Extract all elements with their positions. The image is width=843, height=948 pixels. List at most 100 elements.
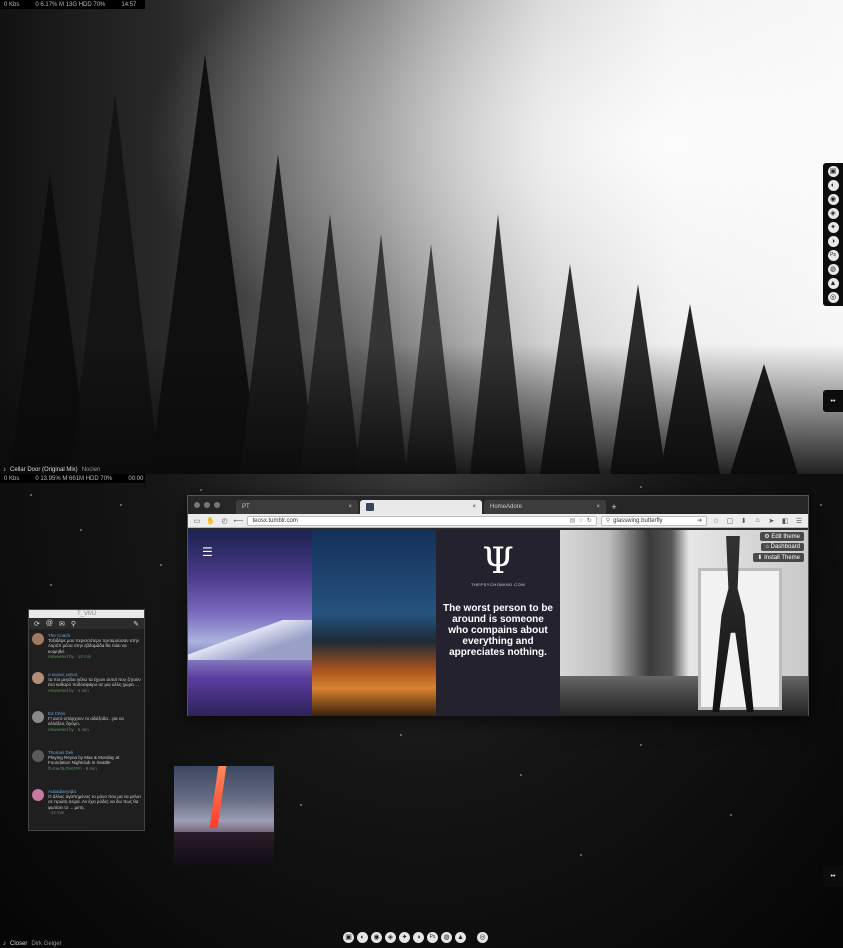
- app-icon-9[interactable]: ▲: [455, 932, 466, 943]
- app-icon-9[interactable]: ▲: [827, 278, 839, 289]
- hand-icon[interactable]: ✋: [206, 516, 216, 526]
- menu-icon[interactable]: ☰: [794, 516, 804, 526]
- tweet[interactable]: Thomas Deli Playing Reyna by Max & Monda…: [29, 746, 144, 785]
- tweet-time: 4 min: [77, 687, 89, 693]
- photoshop-icon[interactable]: Ps: [827, 250, 839, 261]
- close-tab-icon[interactable]: ×: [596, 504, 600, 510]
- compose-icon[interactable]: ✎: [133, 620, 139, 628]
- music-note-icon: ♪: [3, 467, 6, 473]
- album-art[interactable]: [174, 766, 274, 866]
- avatar: [32, 633, 44, 645]
- minimize-window-button[interactable]: [204, 502, 210, 508]
- mentions-icon[interactable]: @: [46, 620, 53, 627]
- clipboard-icon[interactable]: ▢: [725, 516, 735, 526]
- app-icon-10[interactable]: ◎: [477, 932, 488, 943]
- star-icon[interactable]: ☆: [711, 516, 721, 526]
- track-artist: Dirk Geiger: [31, 941, 62, 947]
- dock-bottom: ▣ ◐ ◉ ◈ ✦ ◑ Ps ◍ ▲ ◎: [343, 932, 488, 943]
- tweet-time: 8 min: [85, 765, 97, 771]
- home-icon[interactable]: ⌂: [753, 516, 763, 526]
- tweet[interactable]: The Coach Ταξιδέψε μου περισσότερο προτι…: [29, 629, 144, 668]
- new-tab-button[interactable]: +: [608, 500, 620, 514]
- rock-shape: [174, 832, 274, 866]
- address-bar[interactable]: teosx.tumblr.com ▤ ☆ ↻: [247, 515, 597, 526]
- net-speed: 0 Kbs: [4, 1, 20, 8]
- quote-source: THEPSYCHOMIND.COM: [470, 582, 526, 587]
- now-playing-bottom: ♪ Closer Dirk Geiger: [0, 940, 65, 948]
- edit-theme-button[interactable]: ⚙ Edit theme: [760, 532, 804, 541]
- app-icon-10[interactable]: ◎: [827, 292, 839, 303]
- close-tab-icon[interactable]: ×: [472, 504, 476, 510]
- close-tab-icon[interactable]: ×: [348, 504, 352, 510]
- eye-icon[interactable]: ••: [823, 865, 843, 887]
- twitter-icon[interactable]: ✦: [827, 222, 839, 233]
- dashboard-button[interactable]: ⌂ Dashboard: [761, 543, 804, 551]
- music-note-icon: ♪: [3, 941, 6, 947]
- install-theme-button[interactable]: ⬇ Install Theme: [753, 553, 804, 562]
- tweet-text: Ο άλλος αγαπημένος το μόνο που μα να μεί…: [48, 794, 141, 810]
- back-icon[interactable]: ⟵: [233, 516, 243, 526]
- app-icon-2[interactable]: ◐: [827, 180, 839, 191]
- app-icon-2[interactable]: ◐: [357, 932, 368, 943]
- app-icon-4[interactable]: ◈: [827, 208, 839, 219]
- sidebar-icon[interactable]: ▭: [192, 516, 202, 526]
- tweet-meta: retweeted by: [48, 726, 74, 732]
- tweet-meta: retweeted by: [48, 653, 74, 659]
- download-icon[interactable]: ⬇: [739, 516, 749, 526]
- tweet-text: Playing Reyna by Max & Monday at Foundat…: [48, 755, 120, 766]
- tab-pt[interactable]: PT ×: [236, 500, 358, 514]
- app-icon-8[interactable]: ◍: [441, 932, 452, 943]
- tab-tumblr[interactable]: ×: [360, 500, 482, 514]
- app-icon-6[interactable]: ◑: [413, 932, 424, 943]
- app-icon-3[interactable]: ◉: [371, 932, 382, 943]
- app-icon-8[interactable]: ◍: [827, 264, 839, 275]
- hamburger-menu-icon[interactable]: ☰: [202, 546, 213, 558]
- search-icon[interactable]: ⚲: [71, 620, 76, 628]
- eye-icon[interactable]: ••: [823, 390, 843, 412]
- post-interior-image[interactable]: ⚙ Edit theme ⌂ Dashboard ⬇ Install Theme: [560, 530, 808, 716]
- search-icon: ⚲: [605, 518, 611, 524]
- post-smoke-image[interactable]: [312, 530, 436, 716]
- desktop-wallpaper-top: [0, 0, 843, 474]
- twitter-widget: T_VMJ ⟳ @ ✉ ⚲ ✎ The Coach Ταξιδέψε μου π…: [28, 609, 145, 831]
- tweet[interactable]: Aubadiaryaβα Ο άλλος αγαπημένος το μόνο …: [29, 785, 144, 824]
- messages-icon[interactable]: ✉: [59, 620, 65, 628]
- tab-label: PT: [242, 504, 250, 510]
- refresh-icon[interactable]: ⟳: [34, 620, 40, 628]
- tumblr-controls: ⚙ Edit theme ⌂ Dashboard ⬇ Install Theme: [753, 532, 804, 562]
- tweet-time: 12 min: [50, 809, 65, 815]
- close-window-button[interactable]: [194, 502, 200, 508]
- tweet[interactable]: ο κυριος μανος τα πιο μεγάλα γέλια τα έχ…: [29, 668, 144, 707]
- page-content: ☰ Ψ THEPSYCHOMIND.COM The worst person t…: [188, 530, 808, 716]
- tweet-text: Ταξιδέψε μου περισσότερο προτιμούσαν στη…: [48, 638, 140, 654]
- app-icon-1[interactable]: ▣: [827, 166, 839, 177]
- zoom-window-button[interactable]: [214, 502, 220, 508]
- twitter-icon[interactable]: ✦: [399, 932, 410, 943]
- status-bar-bottom: 0 Kbs 0 13.95% M 661M HDD 70% 00:00: [0, 474, 145, 483]
- app-icon-3[interactable]: ◉: [827, 194, 839, 205]
- tab-homeadore[interactable]: HomeAdore ×: [484, 500, 606, 514]
- avatar: [32, 750, 44, 762]
- track-artist: Noclen: [81, 467, 101, 473]
- dashboard-label: Dashboard: [770, 544, 800, 550]
- tweet[interactable]: Ed Chris Γ! αυτό υπάρχουν το αδιέξοδα...…: [29, 707, 144, 746]
- search-go-icon[interactable]: ➔: [697, 517, 702, 524]
- app-icon-6[interactable]: ◑: [827, 236, 839, 247]
- tab-strip: PT × × HomeAdore × +: [188, 496, 808, 514]
- app-icon-1[interactable]: ▣: [343, 932, 354, 943]
- extension-icon[interactable]: ◧: [780, 516, 790, 526]
- photoshop-icon[interactable]: Ps: [427, 932, 438, 943]
- reload-icon[interactable]: ↻: [587, 517, 592, 524]
- light-beam: [209, 766, 227, 828]
- app-icon-4[interactable]: ◈: [385, 932, 396, 943]
- mountain-shape: [188, 620, 312, 660]
- reader-icon[interactable]: ▤: [570, 517, 576, 524]
- track-title: Cellar Door (Original Mix): [10, 467, 78, 473]
- history-icon[interactable]: ◴: [220, 516, 230, 526]
- search-input[interactable]: ⚲ glasswing butterfly ➔: [600, 515, 708, 526]
- bookmark-star-icon[interactable]: ☆: [578, 517, 583, 524]
- post-quote[interactable]: Ψ THEPSYCHOMIND.COM The worst person to …: [436, 530, 560, 716]
- post-galaxy-image[interactable]: ☰: [188, 530, 312, 716]
- tumblr-favicon-icon: [366, 503, 374, 511]
- send-icon[interactable]: ➤: [766, 516, 776, 526]
